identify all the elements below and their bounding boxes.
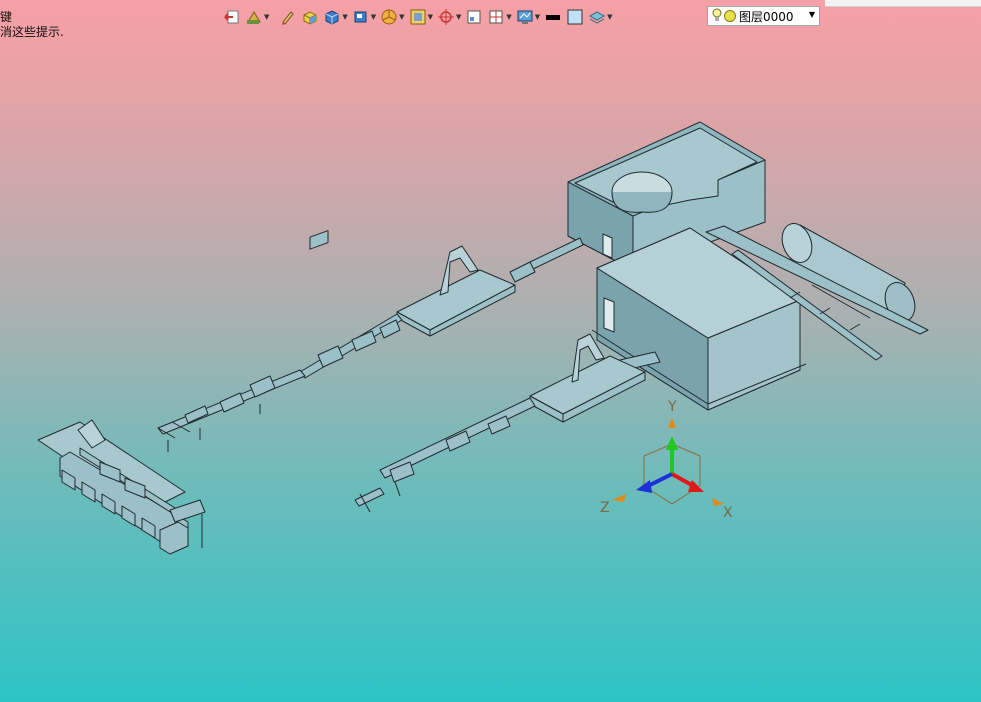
z-axis-label: Z	[600, 500, 610, 516]
axis-triad[interactable]: Y Z X	[600, 399, 733, 521]
y-axis-label: Y	[667, 399, 677, 415]
production-line-upper	[157, 230, 584, 452]
production-line-lower	[354, 333, 661, 513]
factory-model	[37, 121, 929, 555]
x-axis-label: X	[723, 505, 733, 521]
left-machine-group	[37, 419, 206, 555]
cad-viewport[interactable]: Y Z X	[0, 0, 981, 702]
